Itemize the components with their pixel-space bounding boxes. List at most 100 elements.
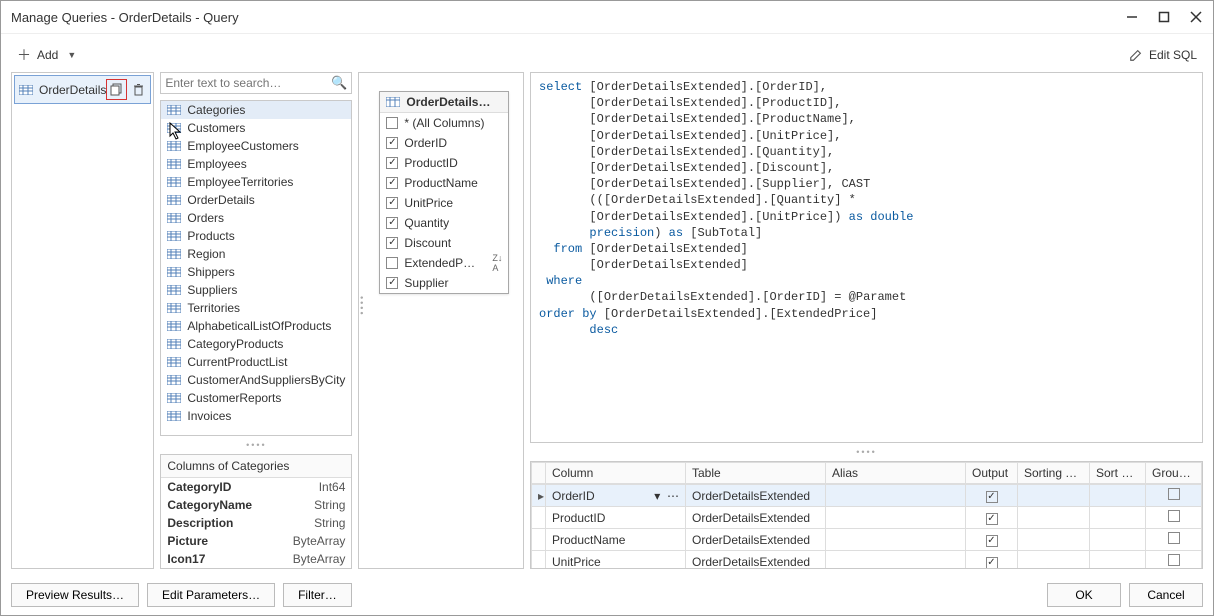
cell-groupby[interactable] <box>1146 529 1202 551</box>
table-item[interactable]: Products <box>161 227 351 245</box>
cancel-button[interactable]: Cancel <box>1129 583 1203 607</box>
groupby-checkbox[interactable] <box>1168 532 1180 544</box>
cell-sorting[interactable] <box>1018 529 1090 551</box>
groupby-checkbox[interactable] <box>1168 488 1180 500</box>
column-row[interactable]: DescriptionString <box>161 514 351 532</box>
cell-table[interactable]: OrderDetailsExtended <box>686 507 826 529</box>
field-checkbox[interactable] <box>386 137 398 149</box>
table-item[interactable]: Territories <box>161 299 351 317</box>
table-item[interactable]: Invoices <box>161 407 351 425</box>
tables-list[interactable]: CategoriesCustomersEmployeeCustomersEmpl… <box>160 100 352 436</box>
field-row[interactable]: * (All Columns) <box>380 113 508 133</box>
query-item[interactable]: OrderDetails <box>14 75 151 104</box>
delete-button[interactable] <box>131 82 146 97</box>
cell-output[interactable] <box>966 507 1018 529</box>
edit-parameters-button[interactable]: Edit Parameters… <box>147 583 275 607</box>
field-checkbox[interactable] <box>386 157 398 169</box>
table-item[interactable]: Shippers <box>161 263 351 281</box>
field-row[interactable]: UnitPrice <box>380 193 508 213</box>
table-item[interactable]: CurrentProductList <box>161 353 351 371</box>
table-item[interactable]: EmployeeCustomers <box>161 137 351 155</box>
output-checkbox[interactable] <box>986 535 998 547</box>
edit-sql-button[interactable]: Edit SQL <box>1123 45 1203 65</box>
column-row[interactable]: Icon17ByteArray <box>161 550 351 568</box>
table-widget-header[interactable]: OrderDetails… <box>380 92 508 113</box>
cell-sorting[interactable] <box>1018 485 1090 507</box>
table-widget[interactable]: OrderDetails… * (All Columns)OrderIDProd… <box>379 91 509 294</box>
table-item[interactable]: CategoryProducts <box>161 335 351 353</box>
grid-row[interactable]: ProductIDOrderDetailsExtended <box>532 507 1202 529</box>
ok-button[interactable]: OK <box>1047 583 1121 607</box>
cell-alias[interactable] <box>826 507 966 529</box>
groupby-checkbox[interactable] <box>1168 554 1180 566</box>
cell-output[interactable] <box>966 485 1018 507</box>
table-item[interactable]: OrderDetails <box>161 191 351 209</box>
field-row[interactable]: Quantity <box>380 213 508 233</box>
cell-table[interactable]: OrderDetailsExtended <box>686 551 826 569</box>
cell-table[interactable]: OrderDetailsExtended <box>686 529 826 551</box>
add-button[interactable]: ＋ Add ▼ <box>11 42 82 68</box>
column-row[interactable]: CategoryNameString <box>161 496 351 514</box>
cell-column[interactable]: UnitPrice <box>546 551 686 569</box>
cell-alias[interactable] <box>826 529 966 551</box>
grid-header[interactable]: Sort Or… <box>1090 463 1146 484</box>
splitter-horizontal[interactable]: •••• <box>530 449 1203 455</box>
field-row[interactable]: ExtendedP…Z↓A <box>380 253 508 273</box>
sql-preview[interactable]: select [OrderDetailsExtended].[OrderID],… <box>530 72 1203 443</box>
output-grid[interactable]: ▸OrderID ▾ ⋯OrderDetailsExtendedProductI… <box>531 484 1202 568</box>
close-button[interactable] <box>1189 10 1203 24</box>
field-checkbox[interactable] <box>386 217 398 229</box>
field-checkbox[interactable] <box>386 177 398 189</box>
field-row[interactable]: ProductName <box>380 173 508 193</box>
output-checkbox[interactable] <box>986 557 998 568</box>
table-item[interactable]: Orders <box>161 209 351 227</box>
cell-sorting[interactable] <box>1018 551 1090 569</box>
copy-button[interactable] <box>109 82 124 97</box>
column-row[interactable]: PictureByteArray <box>161 532 351 550</box>
cell-column[interactable]: ProductID <box>546 507 686 529</box>
cell-column[interactable]: OrderID ▾ ⋯ <box>546 485 686 507</box>
field-checkbox[interactable] <box>386 237 398 249</box>
cell-sortorder[interactable] <box>1090 551 1146 569</box>
grid-header[interactable]: Sorting Type <box>1018 463 1090 484</box>
cell-groupby[interactable] <box>1146 485 1202 507</box>
field-checkbox[interactable] <box>386 257 398 269</box>
maximize-button[interactable] <box>1157 10 1171 24</box>
search-input[interactable] <box>165 76 331 90</box>
table-item[interactable]: Customers <box>161 119 351 137</box>
column-row[interactable]: CategoryIDInt64 <box>161 478 351 496</box>
groupby-checkbox[interactable] <box>1168 510 1180 522</box>
table-item[interactable]: Employees <box>161 155 351 173</box>
field-row[interactable]: ProductID <box>380 153 508 173</box>
field-row[interactable]: Supplier <box>380 273 508 293</box>
search-box[interactable]: 🔍 <box>160 72 352 94</box>
cell-table[interactable]: OrderDetailsExtended <box>686 485 826 507</box>
cell-sortorder[interactable] <box>1090 485 1146 507</box>
cell-output[interactable] <box>966 551 1018 569</box>
field-checkbox[interactable] <box>386 117 398 129</box>
splitter-vertical[interactable]: •••• <box>358 296 366 317</box>
table-item[interactable]: EmployeeTerritories <box>161 173 351 191</box>
splitter-horizontal[interactable]: •••• <box>160 442 352 448</box>
cell-sorting[interactable] <box>1018 507 1090 529</box>
field-checkbox[interactable] <box>386 277 398 289</box>
grid-row[interactable]: ▸OrderID ▾ ⋯OrderDetailsExtended <box>532 485 1202 507</box>
field-row[interactable]: Discount <box>380 233 508 253</box>
grid-row[interactable]: ProductNameOrderDetailsExtended <box>532 529 1202 551</box>
grid-header[interactable]: Output <box>966 463 1018 484</box>
table-item[interactable]: CustomerAndSuppliersByCity <box>161 371 351 389</box>
query-designer-surface[interactable]: •••• OrderDetails… * (All Columns)OrderI… <box>358 72 524 569</box>
field-row[interactable]: OrderID <box>380 133 508 153</box>
cell-groupby[interactable] <box>1146 507 1202 529</box>
table-item[interactable]: CustomerReports <box>161 389 351 407</box>
cell-output[interactable] <box>966 529 1018 551</box>
grid-header[interactable]: Column <box>546 463 686 484</box>
cell-alias[interactable] <box>826 551 966 569</box>
cell-sortorder[interactable] <box>1090 529 1146 551</box>
table-item[interactable]: AlphabeticalListOfProducts <box>161 317 351 335</box>
cell-groupby[interactable] <box>1146 551 1202 569</box>
grid-header[interactable]: Alias <box>826 463 966 484</box>
cell-sortorder[interactable] <box>1090 507 1146 529</box>
table-item[interactable]: Suppliers <box>161 281 351 299</box>
field-checkbox[interactable] <box>386 197 398 209</box>
